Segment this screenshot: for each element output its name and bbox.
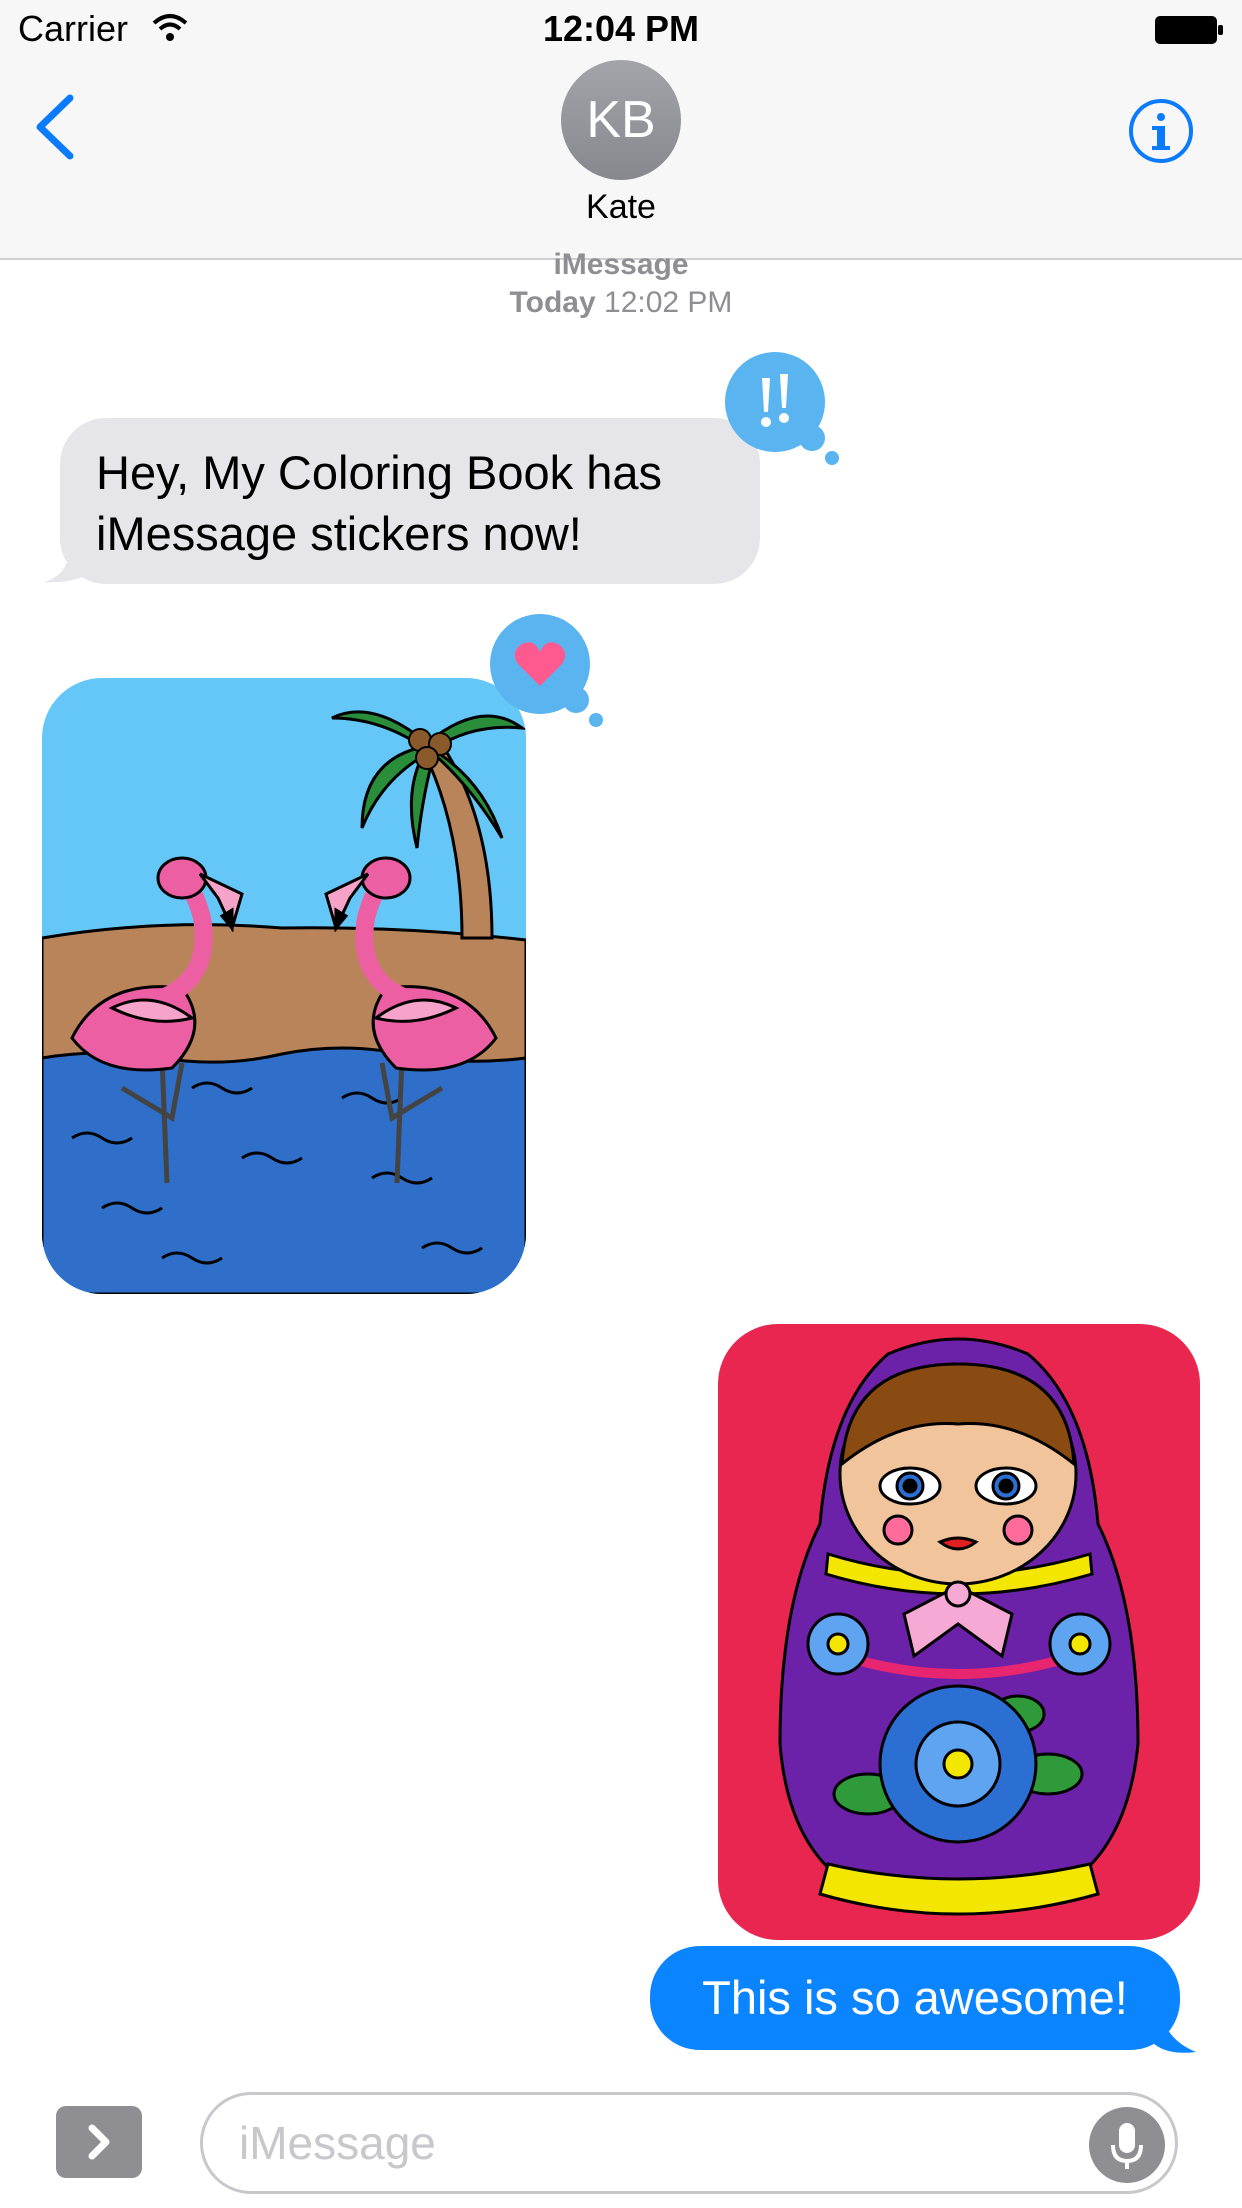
outgoing-message-bubble[interactable]: This is so awesome! (650, 1946, 1180, 2050)
incoming-message-text: Hey, My Coloring Book has iMessage stick… (96, 446, 662, 560)
heart-icon[interactable] (488, 612, 608, 732)
message-timestamp: Today 12:02 PM (0, 286, 1242, 320)
exclamation-icon[interactable] (722, 350, 842, 470)
chevron-right-icon (88, 2124, 110, 2160)
outgoing-message-text: This is so awesome! (702, 1971, 1128, 2024)
incoming-message-bubble[interactable]: Hey, My Coloring Book has iMessage stick… (60, 418, 760, 584)
contact-avatar[interactable]: KB (561, 60, 681, 180)
back-chevron-icon[interactable] (30, 92, 80, 162)
message-input[interactable]: iMessage (200, 2092, 1178, 2194)
matryoshka-doll-sticker[interactable] (718, 1324, 1200, 1940)
status-bar: Carrier 12:04 PM (0, 0, 1242, 60)
info-icon[interactable] (1128, 98, 1194, 164)
navigation-bar: Carrier 12:04 PM KB Kate (0, 0, 1242, 260)
message-input-placeholder: iMessage (239, 2117, 436, 2169)
battery-icon (1155, 16, 1223, 44)
microphone-icon (1111, 2123, 1143, 2169)
timestamp-time: 12:02 PM (604, 286, 733, 319)
flamingo-beach-sticker[interactable] (42, 678, 526, 1294)
status-time: 12:04 PM (542, 8, 700, 49)
service-label: iMessage (553, 248, 689, 281)
timestamp-day: Today (509, 286, 596, 319)
app-drawer-button[interactable] (56, 2106, 142, 2178)
microphone-button[interactable] (1089, 2107, 1165, 2183)
contact-name[interactable]: Kate (0, 188, 1242, 227)
